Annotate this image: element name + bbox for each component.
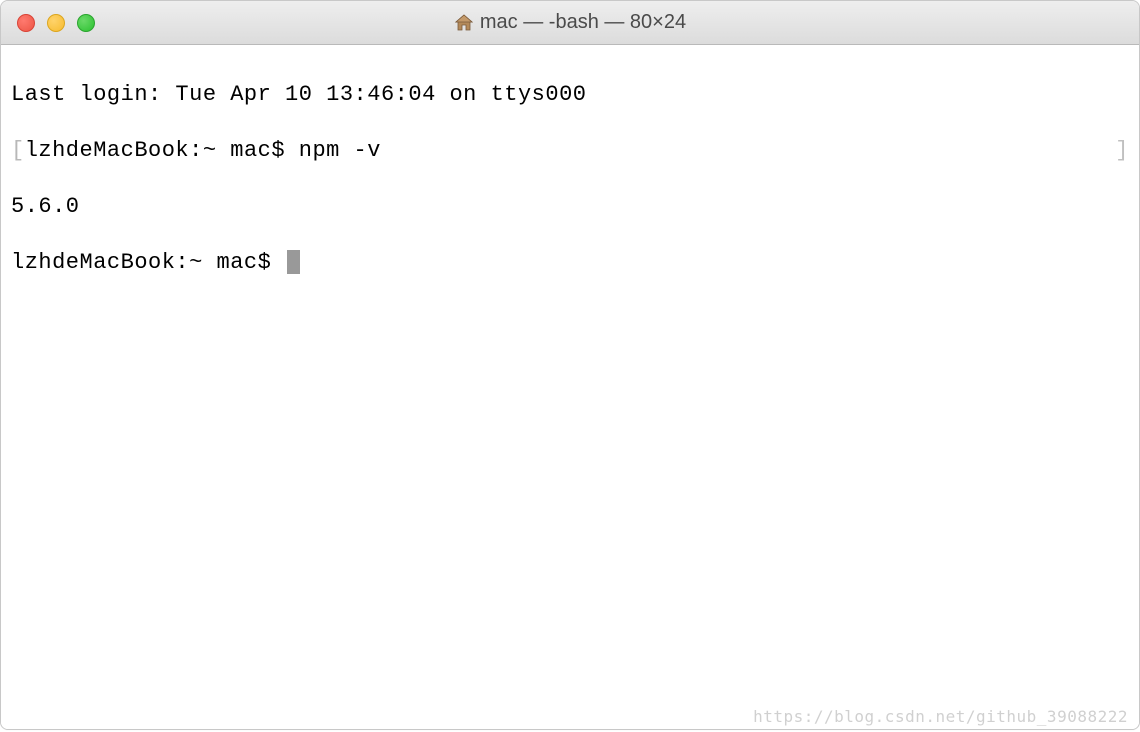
command-text: npm -v (299, 138, 381, 163)
window-title: mac — -bash — 80×24 (480, 11, 686, 34)
terminal-window: mac — -bash — 80×24 Last login: Tue Apr … (0, 0, 1140, 730)
bracket-close: ] (1115, 137, 1129, 165)
minimize-button[interactable] (47, 14, 65, 32)
maximize-button[interactable] (77, 14, 95, 32)
terminal-line: Last login: Tue Apr 10 13:46:04 on ttys0… (11, 81, 1129, 109)
close-button[interactable] (17, 14, 35, 32)
titlebar: mac — -bash — 80×24 (1, 1, 1139, 45)
cursor (287, 250, 300, 274)
terminal-line: 5.6.0 (11, 193, 1129, 221)
terminal-line: lzhdeMacBook:~ mac$ (11, 249, 1129, 277)
watermark-text: https://blog.csdn.net/github_39088222 (753, 707, 1128, 726)
home-icon (454, 13, 474, 33)
window-title-container: mac — -bash — 80×24 (454, 11, 686, 34)
traffic-lights (17, 14, 95, 32)
terminal-line: [lzhdeMacBook:~ mac$ npm -v] (11, 137, 1129, 165)
prompt-text: lzhdeMacBook:~ mac$ (11, 250, 285, 275)
bracket-open: [ (11, 138, 25, 163)
output-text: 5.6.0 (11, 194, 80, 219)
terminal-body[interactable]: Last login: Tue Apr 10 13:46:04 on ttys0… (1, 45, 1139, 729)
prompt-text: lzhdeMacBook:~ mac$ (25, 138, 299, 163)
last-login-text: Last login: Tue Apr 10 13:46:04 on ttys0… (11, 82, 587, 107)
